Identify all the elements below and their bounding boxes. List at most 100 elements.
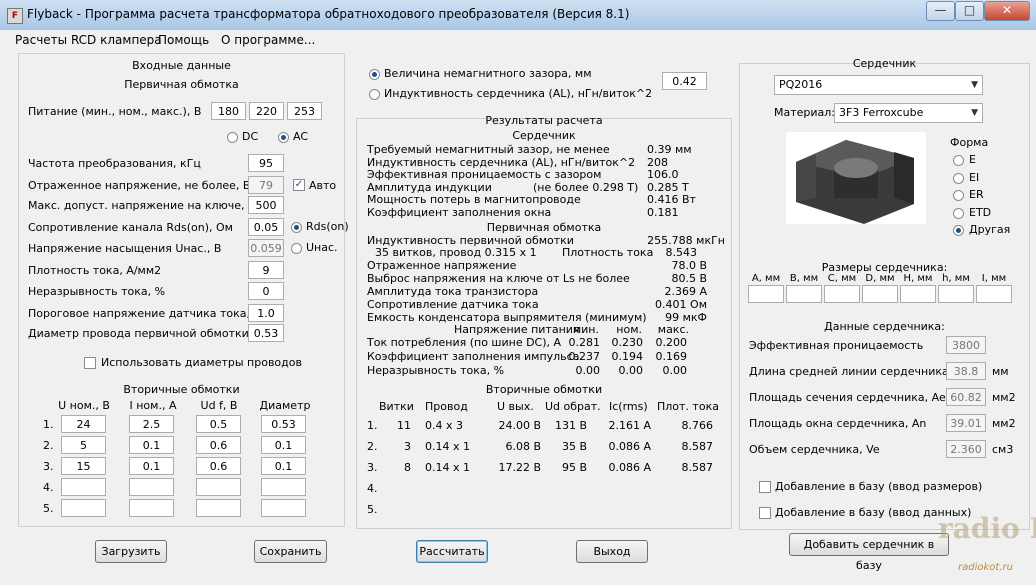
minimize-button[interactable]: — [926, 1, 955, 21]
sec-diam-input[interactable] [261, 499, 306, 517]
threshold-input[interactable]: 1.0 [248, 304, 284, 322]
sec-ud-input[interactable] [196, 499, 241, 517]
exit-button[interactable]: Выход [576, 540, 648, 563]
core-data-value[interactable]: 3800 [946, 336, 986, 354]
app-icon: F [7, 8, 23, 24]
sec-diam-input[interactable]: 0.1 [261, 436, 306, 454]
form-radio[interactable] [953, 190, 964, 201]
save-button[interactable]: Сохранить [254, 540, 327, 563]
core-title: Сердечник [852, 57, 917, 70]
maximize-button[interactable]: □ [955, 1, 984, 21]
title-bar[interactable]: F Flyback - Программа расчета трансформа… [0, 0, 1036, 30]
core-dim-label: h, мм [942, 273, 970, 284]
sec-i-input[interactable]: 0.1 [129, 436, 174, 454]
core-dim-label: D, мм [865, 273, 895, 284]
form-radio[interactable] [953, 225, 964, 236]
add-dims-checkbox[interactable] [759, 481, 771, 493]
use-diameters-checkbox[interactable] [84, 357, 96, 369]
supply-result-min: 0.281 [568, 336, 601, 349]
rds-radio[interactable] [291, 222, 302, 233]
supply-max-input[interactable]: 253 [287, 102, 322, 120]
sec-result-ic: 2.161 А [608, 419, 651, 432]
core-data-value[interactable]: 2.360 [946, 440, 986, 458]
auto-checkbox[interactable]: ✓ [293, 179, 305, 191]
usat-radio[interactable] [291, 243, 302, 254]
form-radio[interactable] [953, 172, 964, 184]
sec-u-input[interactable] [61, 478, 106, 496]
core-data-label: Объем сердечника, Ve [749, 443, 880, 456]
primary-wire-input[interactable]: 0.53 [248, 324, 284, 342]
gap-label: Величина немагнитного зазора, мм [384, 67, 592, 80]
results-title: Результаты расчета [485, 114, 603, 127]
use-diameters-label: Использовать диаметры проводов [101, 356, 302, 369]
al-label: Индуктивность сердечника (AL), нГн/виток… [384, 87, 653, 100]
core-data-value[interactable]: 38.8 [946, 362, 986, 380]
core-dim-input[interactable] [748, 285, 784, 303]
material-select[interactable]: 3F3 Ferroxcube ▼ [834, 103, 983, 123]
sec-u-input[interactable] [61, 499, 106, 517]
sec-u-input[interactable]: 5 [61, 436, 106, 454]
results-secondary-title: Вторичные обмотки [485, 383, 603, 396]
sec-u-input[interactable]: 24 [61, 415, 106, 433]
core-dim-input[interactable] [938, 285, 974, 303]
sec-u-input[interactable]: 15 [61, 457, 106, 475]
gap-radio[interactable] [369, 69, 380, 80]
menu-help[interactable]: Помощь [158, 33, 209, 47]
usat-input[interactable]: 0.059 [248, 239, 284, 257]
vmax-input[interactable]: 500 [248, 196, 284, 214]
gap-input[interactable]: 0.42 [662, 72, 707, 90]
sec-ud-input[interactable]: 0.6 [196, 457, 241, 475]
core-dim-input[interactable] [786, 285, 822, 303]
rds-input[interactable]: 0.05 [248, 218, 284, 236]
form-radio-label: EI [969, 170, 980, 184]
auto-label: Авто [309, 179, 337, 192]
sec-diam-input[interactable] [261, 478, 306, 496]
core-data-value[interactable]: 60.82 [946, 388, 986, 406]
core-data-unit: см3 [992, 443, 1014, 456]
material-value: 3F3 Ferroxcube [839, 106, 924, 119]
sec-result-wire: 0.4 x 3 [425, 419, 463, 432]
sec-ud-input[interactable]: 0.5 [196, 415, 241, 433]
sec-diam-input[interactable]: 0.53 [261, 415, 306, 433]
continuity-input[interactable]: 0 [248, 282, 284, 300]
sec-i-input[interactable]: 0.1 [129, 457, 174, 475]
sec-result-turns: 8 [404, 461, 411, 474]
freq-input[interactable]: 95 [248, 154, 284, 172]
menu-rcd-clamper[interactable]: Расчеты RCD клампера [15, 33, 162, 47]
core-result-label: Требуемый немагнитный зазор, не менее [367, 143, 610, 156]
add-core-button[interactable]: Добавить сердечник в базу [789, 533, 949, 572]
core-dim-input[interactable] [824, 285, 860, 303]
reflected-voltage-input[interactable]: 79 [248, 176, 284, 194]
close-button[interactable]: ✕ [984, 1, 1030, 21]
menu-about[interactable]: О программе... [221, 33, 315, 47]
core-dim-input[interactable] [900, 285, 936, 303]
form-radio[interactable] [953, 207, 964, 219]
sec-result-wire: 0.14 x 1 [425, 440, 470, 453]
sec-result-ud: 131 В [554, 419, 587, 432]
sec-ud-input[interactable] [196, 478, 241, 496]
core-data-label: Площадь сечения сердечника, Ae [749, 391, 946, 404]
ac-radio[interactable] [278, 132, 289, 143]
load-button[interactable]: Загрузить [95, 540, 167, 563]
sec-diam-input[interactable]: 0.1 [261, 457, 306, 475]
dc-radio[interactable] [227, 132, 238, 143]
sec-result-ic: 0.086 А [608, 440, 651, 453]
core-dim-input[interactable] [862, 285, 898, 303]
sec-i-input[interactable] [129, 499, 174, 517]
sec-i-input[interactable]: 2.5 [129, 415, 174, 433]
sec-i-input[interactable] [129, 478, 174, 496]
current-density-input[interactable]: 9 [248, 261, 284, 279]
calculate-button[interactable]: Рассчитать [416, 540, 488, 563]
core-result-label: Эффективная проницаемость с зазором [367, 168, 602, 181]
core-type-select[interactable]: PQ2016 ▼ [774, 75, 983, 95]
core-data-unit: мм2 [992, 417, 1016, 430]
al-radio[interactable] [369, 89, 380, 100]
supply-min-input[interactable]: 180 [211, 102, 246, 120]
sec-ud-input[interactable]: 0.6 [196, 436, 241, 454]
core-dim-input[interactable] [976, 285, 1012, 303]
core-dim-label: B, мм [789, 273, 819, 284]
form-radio[interactable] [953, 155, 964, 166]
add-data-checkbox[interactable] [759, 507, 771, 519]
supply-nom-input[interactable]: 220 [249, 102, 284, 120]
core-data-value[interactable]: 39.01 [946, 414, 986, 432]
